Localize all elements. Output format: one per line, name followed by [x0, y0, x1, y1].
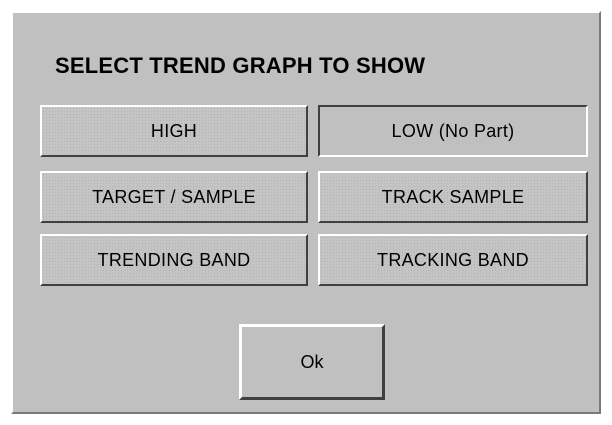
dialog-title: SELECT TREND GRAPH TO SHOW [55, 53, 426, 78]
ok-button[interactable]: Ok [239, 324, 385, 400]
high-button[interactable]: HIGH [40, 105, 308, 157]
track-sample-button[interactable]: TRACK SAMPLE [318, 171, 588, 223]
low-no-part-button[interactable]: LOW (No Part) [318, 105, 588, 157]
trend-graph-dialog: SELECT TREND GRAPH TO SHOW HIGH LOW (No … [11, 11, 601, 414]
target-sample-button[interactable]: TARGET / SAMPLE [40, 171, 308, 223]
trending-band-button[interactable]: TRENDING BAND [40, 234, 308, 286]
tracking-band-button[interactable]: TRACKING BAND [318, 234, 588, 286]
